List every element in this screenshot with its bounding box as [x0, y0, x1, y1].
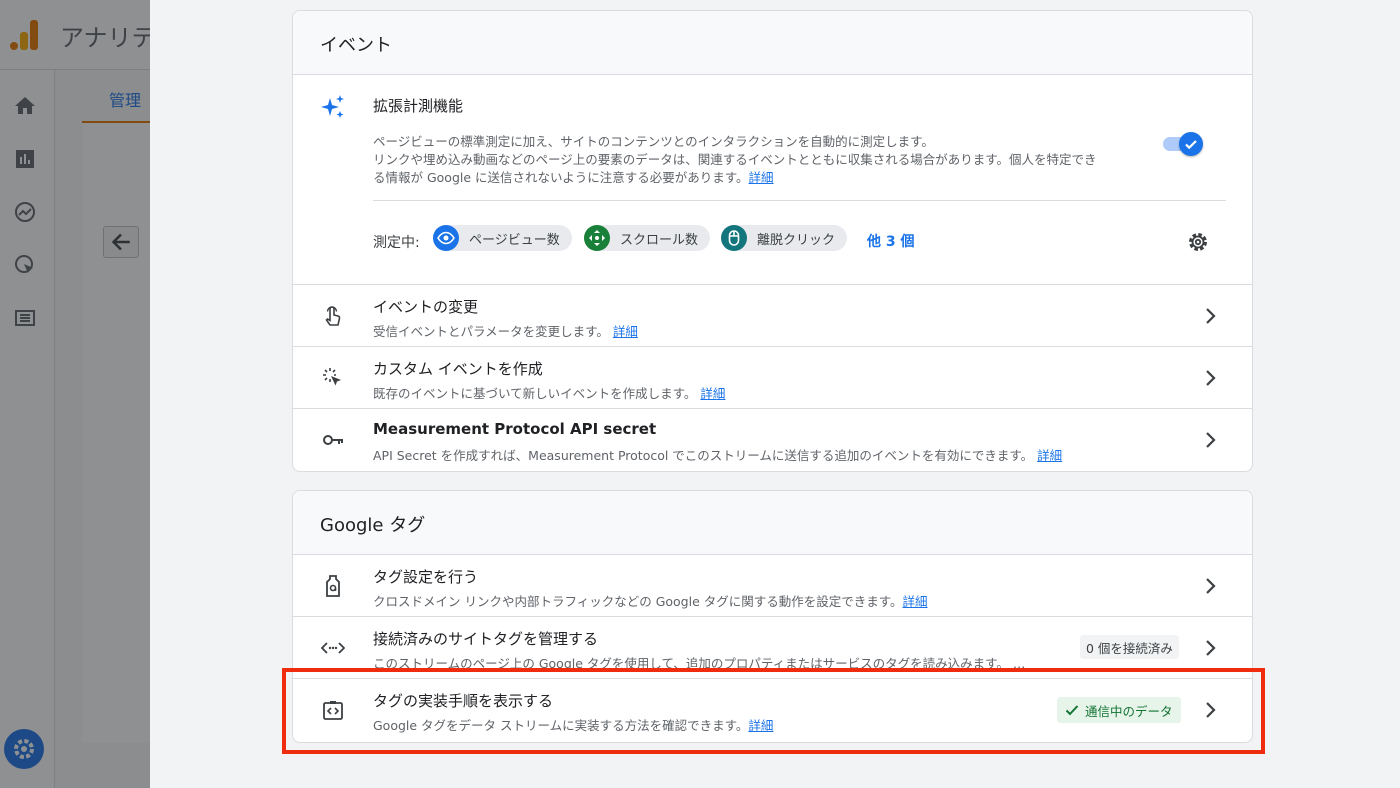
check-icon [1065, 705, 1079, 716]
row-description: このストリームのページ上の Google タグを使用して、追加のプロパティまたは… [373, 656, 1026, 671]
eye-icon [433, 225, 459, 251]
chip-label: 離脱クリック [757, 233, 836, 248]
chevron-right-icon [1206, 370, 1216, 386]
scroll-icon [584, 225, 610, 251]
description-text: クロスドメイン リンクや内部トラフィックなどの Google タグに関する動作を… [373, 594, 903, 609]
row-description: API Secret を作成すれば、Measurement Protocol で… [373, 445, 1062, 464]
measuring-label: 測定中: [373, 235, 420, 251]
check-icon [1185, 140, 1197, 150]
description-line: リンクや埋め込み動画などのページ上の要素のデータは、関連するイベントとともに収集… [373, 152, 1097, 167]
description-text: る情報が Google に送信されないように注意する必要があります。 [373, 170, 749, 185]
key-icon [323, 435, 343, 445]
chevron-right-icon [1206, 578, 1216, 594]
description-text: API Secret を作成すれば、Measurement Protocol で… [373, 448, 1034, 463]
code-clipboard-icon [323, 701, 343, 720]
divider [373, 200, 1226, 201]
row-title: Measurement Protocol API secret [373, 420, 657, 438]
description-text: 既存のイベントに基づいて新しいイベントを作成します。 [373, 386, 697, 401]
row-description: クロスドメイン リンクや内部トラフィックなどの Google タグに関する動作を… [373, 591, 928, 610]
row-create-custom-event[interactable]: カスタム イベントを作成 既存のイベントに基づいて新しいイベントを作成します。 … [293, 347, 1252, 409]
row-title: タグの実装手順を表示する [373, 692, 554, 710]
events-card-header: イベント [293, 11, 1252, 75]
row-title: カスタム イベントを作成 [373, 360, 543, 378]
stream-details-drawer: イベント 拡張計測機能 ページビューの標準測定に加え、サイトのコンテンツとのイン… [150, 0, 1400, 788]
learn-more-link[interactable]: 詳細 [748, 718, 773, 733]
mouse-icon [721, 225, 747, 251]
google-tag-card-header: Google タグ [293, 491, 1252, 555]
row-title: タグ設定を行う [373, 568, 479, 586]
description-line: ページビューの標準測定に加え、サイトのコンテンツとのインタラクションを自動的に測… [373, 134, 934, 149]
learn-more-link[interactable]: 詳細 [1037, 448, 1062, 463]
chip-label: スクロール数 [620, 233, 699, 248]
chip-scrolls: スクロール数 [584, 225, 711, 251]
chevron-right-icon [1206, 308, 1216, 324]
description-text: Google タグをデータ ストリームに実装する方法を確認できます。 [373, 718, 749, 733]
chevron-right-icon [1206, 640, 1216, 656]
learn-more-link[interactable]: 詳細 [700, 386, 725, 401]
row-title: 接続済みのサイトタグを管理する [373, 630, 599, 648]
data-flowing-status-badge: 通信中のデータ [1057, 697, 1181, 723]
row-description: 既存のイベントに基づいて新しいイベントを作成します。 詳細 [373, 383, 725, 402]
chevron-right-icon [1206, 702, 1216, 718]
enhanced-measurement-description: ページビューの標準測定に加え、サイトのコンテンツとのインタラクションを自動的に測… [373, 133, 1173, 187]
sparkle-icon [321, 95, 344, 118]
row-measurement-protocol-api-secret[interactable]: Measurement Protocol API secret API Secr… [293, 409, 1252, 471]
learn-more-link[interactable]: 詳細 [613, 324, 638, 339]
google-tag-card: Google タグ タグ設定を行う クロスドメイン リンクや内部トラフィックなど… [292, 490, 1253, 743]
settings-gear-icon[interactable] [1186, 230, 1210, 254]
row-description: Google タグをデータ ストリームに実装する方法を確認できます。詳細 [373, 715, 773, 734]
connected-count-badge: 0 個を接続済み [1080, 635, 1179, 659]
description-text: 受信イベントとパラメータを変更します。 [373, 324, 609, 339]
row-view-tag-instructions[interactable]: タグの実装手順を表示する Google タグをデータ ストリームに実装する方法を… [293, 679, 1252, 741]
toggle-knob [1179, 132, 1203, 156]
chip-label: ページビュー数 [469, 233, 560, 248]
enhanced-measurement-toggle[interactable] [1163, 130, 1205, 156]
chip-page-views: ページビュー数 [433, 225, 572, 251]
tag-icon [326, 575, 340, 597]
events-card: イベント 拡張計測機能 ページビューの標準測定に加え、サイトのコンテンツとのイン… [292, 10, 1253, 472]
row-manage-connected-site-tags[interactable]: 接続済みのサイトタグを管理する このストリームのページ上の Google タグを… [293, 617, 1252, 679]
row-description: 受信イベントとパラメータを変更します。 詳細 [373, 321, 638, 340]
status-text: 通信中のデータ [1085, 704, 1173, 719]
row-title: イベントの変更 [373, 298, 479, 316]
chevron-right-icon [1206, 432, 1216, 448]
sparkle-cursor-icon [323, 368, 341, 386]
learn-more-link[interactable]: 詳細 [903, 594, 928, 609]
chip-outbound-clicks: 離脱クリック [721, 225, 848, 251]
enhanced-measurement-section: 拡張計測機能 ページビューの標準測定に加え、サイトのコンテンツとのインタラクショ… [293, 75, 1252, 285]
touch-icon [325, 306, 341, 326]
description-line: る情報が Google に送信されないように注意する必要があります。詳細 [373, 169, 1173, 187]
enhanced-measurement-title: 拡張計測機能 [373, 97, 464, 115]
learn-more-link[interactable]: 詳細 [749, 170, 774, 185]
row-configure-tag-settings[interactable]: タグ設定を行う クロスドメイン リンクや内部トラフィックなどの Google タ… [293, 555, 1252, 617]
more-measurements-link[interactable]: 他 3 個 [867, 231, 915, 251]
row-modify-events[interactable]: イベントの変更 受信イベントとパラメータを変更します。 詳細 [293, 285, 1252, 347]
code-arrows-icon [321, 642, 345, 654]
